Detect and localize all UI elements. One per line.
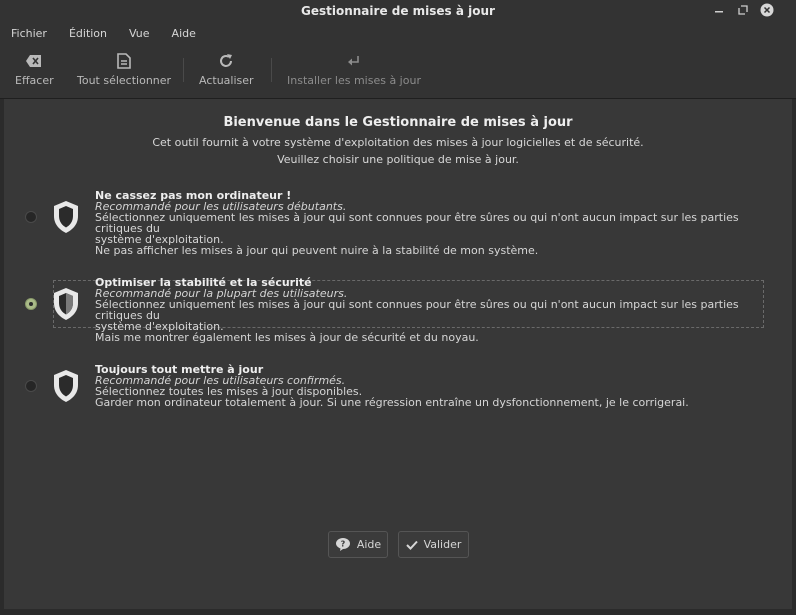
ok-label: Valider <box>423 538 462 551</box>
install-label: Installer les mises à jour <box>287 74 421 87</box>
minimize-icon[interactable] <box>707 5 731 18</box>
checkmark-icon <box>405 540 418 550</box>
menu-help[interactable]: Aide <box>161 27 207 40</box>
ok-button[interactable]: Valider <box>398 531 469 558</box>
policy-description: Sélectionnez uniquement les mises à jour… <box>95 298 739 322</box>
policy-radio-update-all[interactable] <box>25 380 37 392</box>
toolbar-separator <box>271 58 272 82</box>
shield-icon <box>54 370 78 402</box>
policy-radio-safe[interactable] <box>25 211 37 223</box>
svg-text:?: ? <box>341 540 346 549</box>
enter-arrow-icon <box>347 52 361 70</box>
policy-description: Sélectionnez uniquement les mises à jour… <box>95 211 739 235</box>
welcome-description: Cet outil fournit à votre système d'expl… <box>152 136 644 149</box>
clear-button[interactable]: Effacer <box>15 52 54 87</box>
menu-file[interactable]: Fichier <box>0 27 58 40</box>
policy-text-update-all: Toujours tout mettre à jour Recommandé p… <box>95 364 765 408</box>
policy-radio-optimize[interactable] <box>25 298 37 310</box>
policy-text-optimize: Optimiser la stabilité et la sécurité Re… <box>95 277 765 343</box>
refresh-label: Actualiser <box>199 74 254 87</box>
help-button[interactable]: ? Aide <box>328 531 388 558</box>
toolbar-separator <box>183 58 184 82</box>
document-icon <box>117 52 131 70</box>
backspace-icon <box>25 52 43 70</box>
welcome-title: Bienvenue dans le Gestionnaire de mises … <box>223 115 573 130</box>
refresh-icon <box>218 52 234 70</box>
menu-view[interactable]: Vue <box>118 27 161 40</box>
toolbar: Effacer Tout sélectionner Actualiser Ins… <box>0 44 796 99</box>
policy-description: Garder mon ordinateur totalement à jour.… <box>95 396 689 409</box>
refresh-button[interactable]: Actualiser <box>199 52 254 87</box>
shield-icon <box>54 288 78 320</box>
select-all-label: Tout sélectionner <box>77 74 172 87</box>
help-label: Aide <box>356 538 382 551</box>
menu-bar: Fichier Édition Vue Aide <box>0 22 796 44</box>
welcome-instruction: Veuillez choisir une politique de mise à… <box>277 153 519 166</box>
policy-description: Ne pas afficher les mises à jour qui peu… <box>95 244 539 257</box>
help-icon: ? <box>335 537 351 552</box>
policy-text-safe: Ne cassez pas mon ordinateur ! Recommand… <box>95 190 765 256</box>
install-button[interactable]: Installer les mises à jour <box>287 52 421 87</box>
menu-edit[interactable]: Édition <box>58 27 118 40</box>
policy-description: Mais me montrer également les mises à jo… <box>95 331 479 344</box>
maximize-icon[interactable] <box>731 4 755 18</box>
close-icon[interactable] <box>755 3 779 20</box>
select-all-button[interactable]: Tout sélectionner <box>77 52 171 87</box>
title-bar: Gestionnaire de mises à jour <box>0 0 796 22</box>
clear-label: Effacer <box>15 74 54 87</box>
window-title: Gestionnaire de mises à jour <box>301 4 495 18</box>
shield-icon <box>54 201 78 233</box>
main-panel: Bienvenue dans le Gestionnaire de mises … <box>4 99 792 609</box>
